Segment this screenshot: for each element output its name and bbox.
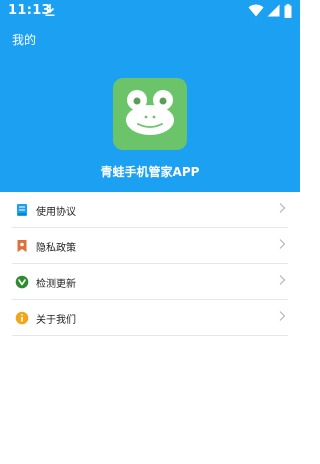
frog-face-icon — [126, 90, 174, 135]
signal-icon — [267, 4, 280, 17]
chevron-right-icon — [279, 275, 286, 285]
settings-menu: 使用协议 隐私政策 检测更新 关于我们 — [0, 192, 300, 336]
menu-item-label: 隐私政策 — [36, 243, 76, 254]
bookmark-icon — [17, 240, 27, 252]
document-icon — [17, 204, 27, 216]
menu-item-label: 关于我们 — [36, 315, 76, 326]
page-title: 我的 — [12, 33, 37, 47]
profile-header: 11:13 我的 青蛙手机管家APP — [0, 0, 300, 192]
download-icon — [45, 4, 55, 16]
chevron-right-icon — [279, 311, 286, 321]
chevron-right-icon — [279, 239, 286, 249]
frog-logo — [113, 78, 187, 150]
chevron-right-icon — [279, 203, 286, 213]
menu-item-label: 使用协议 — [36, 207, 76, 218]
menu-item-label: 检测更新 — [36, 279, 76, 290]
info-icon — [15, 311, 29, 325]
app-name: 青蛙手机管家APP — [100, 165, 200, 179]
status-bar: 11:13 — [0, 0, 300, 22]
menu-item-privacy-policy[interactable]: 隐私政策 — [12, 228, 288, 264]
check-circle-icon — [15, 275, 29, 289]
menu-item-user-agreement[interactable]: 使用协议 — [12, 192, 288, 228]
battery-icon — [284, 4, 292, 18]
status-icons — [248, 4, 294, 18]
menu-item-about-us[interactable]: 关于我们 — [12, 300, 288, 336]
wifi-icon — [248, 4, 264, 17]
menu-item-check-update[interactable]: 检测更新 — [12, 264, 288, 300]
